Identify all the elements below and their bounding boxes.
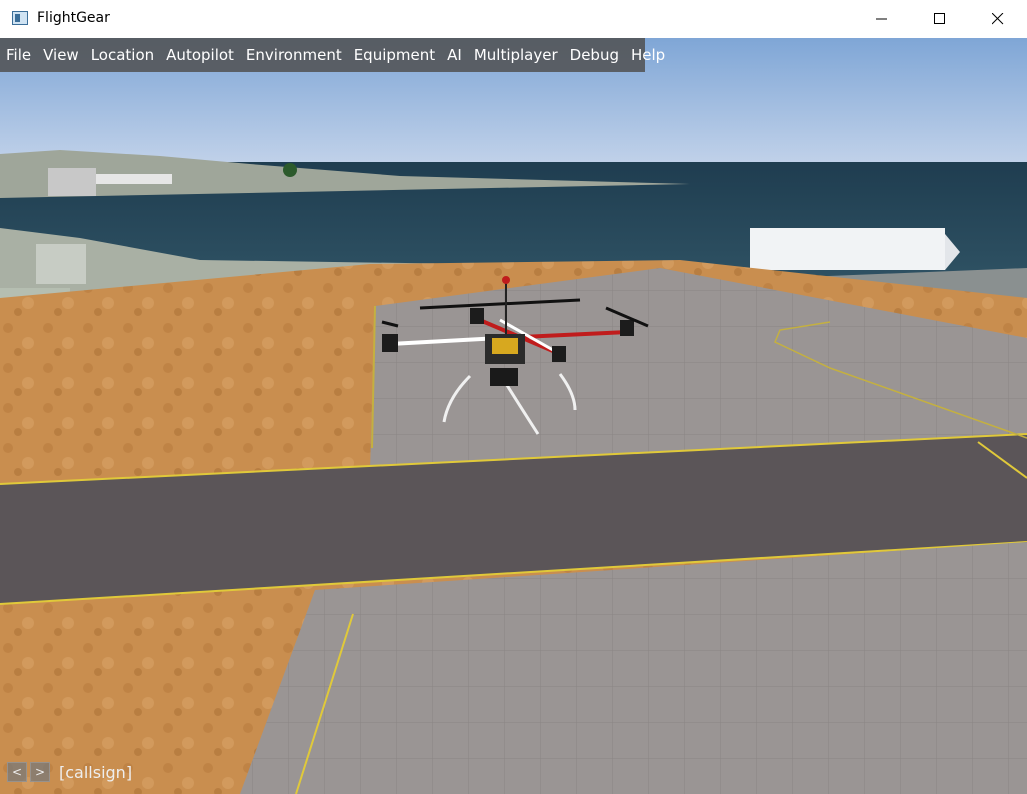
warehouse — [750, 228, 945, 270]
minimize-button[interactable] — [853, 0, 911, 38]
minimize-icon — [876, 18, 887, 20]
scene-viewport[interactable] — [0, 38, 1027, 794]
window-title: FlightGear — [37, 10, 110, 26]
maximize-button[interactable] — [911, 0, 969, 38]
menu-bar: File View Location Autopilot Environment… — [0, 38, 665, 72]
maximize-icon — [934, 13, 945, 24]
far-building — [48, 168, 96, 196]
menu-file[interactable]: File — [0, 46, 37, 64]
menu-multiplayer[interactable]: Multiplayer — [468, 46, 564, 64]
menu-environment[interactable]: Environment — [240, 46, 348, 64]
title-bar: FlightGear — [0, 0, 1027, 38]
menu-help[interactable]: Help — [625, 46, 671, 64]
menu-autopilot[interactable]: Autopilot — [160, 46, 240, 64]
tree — [283, 163, 297, 177]
window-app-icon — [12, 11, 28, 25]
menu-view[interactable]: View — [37, 46, 85, 64]
menu-location[interactable]: Location — [85, 46, 160, 64]
prev-callsign-button[interactable]: < — [7, 762, 27, 782]
menu-debug[interactable]: Debug — [564, 46, 625, 64]
menu-ai[interactable]: AI — [441, 46, 468, 64]
next-callsign-button[interactable]: > — [30, 762, 50, 782]
callsign-label[interactable]: [callsign] — [59, 763, 132, 782]
menu-equipment[interactable]: Equipment — [348, 46, 441, 64]
close-icon — [992, 13, 1004, 25]
close-button[interactable] — [969, 0, 1027, 38]
scene-render — [0, 38, 1027, 794]
multiplayer-bar: < > [callsign] — [7, 762, 132, 782]
